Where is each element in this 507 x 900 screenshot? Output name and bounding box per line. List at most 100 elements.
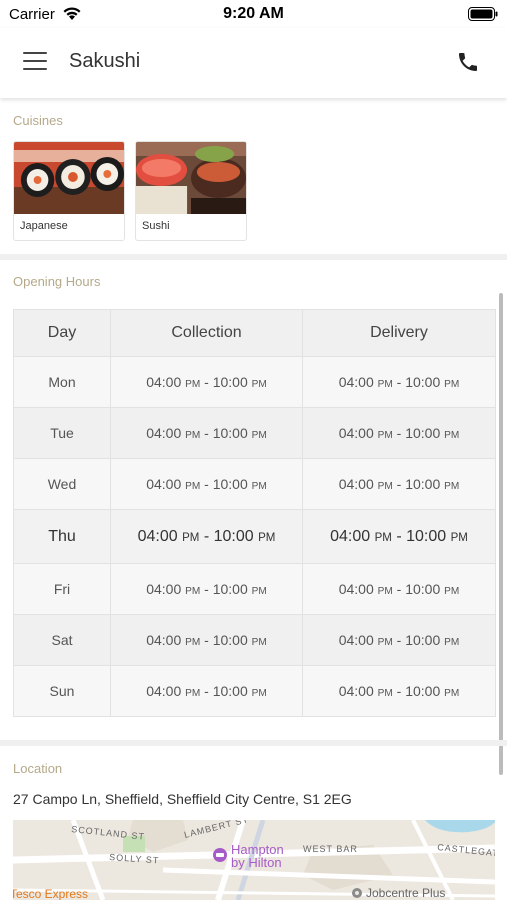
time-value: 10:00	[405, 683, 441, 699]
column-header-collection: Collection	[110, 309, 303, 357]
collection-hours-cell: 04:00 PM - 10:00 PM	[110, 614, 303, 666]
time-value: 04:00	[338, 425, 374, 441]
time-value: 10:00	[405, 425, 441, 441]
time-separator: -	[200, 683, 213, 699]
map-label: WEST BAR	[303, 844, 358, 854]
address-text: 27 Campo Ln, Sheffield, Sheffield City C…	[13, 791, 352, 807]
time-suffix: PM	[377, 481, 393, 492]
time-separator: -	[200, 374, 213, 390]
table-row: Tue 04:00 PM - 10:00 PM 04:00 PM - 10:00 P…	[13, 407, 496, 459]
map-poi-label: Tesco Express	[13, 887, 88, 900]
time-separator: -	[392, 581, 406, 597]
time-suffix: PM	[185, 586, 201, 597]
map-poi-label: Jobcentre Plus	[366, 886, 445, 900]
hamburger-icon[interactable]	[23, 52, 47, 72]
time-suffix: PM	[444, 688, 460, 699]
location-map[interactable]: SCOTLAND ST LAMBERT ST SOLLY ST WEST BAR…	[13, 820, 495, 900]
battery-icon	[468, 7, 498, 21]
time-value: 04:00	[338, 632, 374, 648]
delivery-hours-cell: 04:00 PM - 10:00 PM	[302, 458, 496, 510]
time-separator: -	[392, 476, 406, 492]
delivery-hours-cell: 04:00 PM - 10:00 PM	[302, 356, 496, 408]
delivery-hours-cell: 04:00 PM - 10:00 PM	[302, 509, 496, 564]
collection-hours-cell: 04:00 PM - 10:00 PM	[110, 509, 303, 564]
cuisine-label: Japanese	[20, 220, 68, 232]
collection-hours-cell: 04:00 PM - 10:00 PM	[110, 665, 303, 717]
time-value: 04:00	[146, 476, 182, 492]
time-suffix: PM	[251, 586, 267, 597]
time-separator: -	[200, 581, 213, 597]
time-suffix: PM	[374, 531, 392, 544]
time-value: 04:00	[146, 581, 182, 597]
time-suffix: PM	[377, 379, 393, 390]
time-suffix: PM	[444, 379, 460, 390]
status-bar: Carrier 9:20 AM	[0, 0, 507, 28]
opening-hours-table: Day Collection Delivery Mon 04:00 PM - 10…	[13, 309, 496, 717]
time-separator: -	[392, 683, 406, 699]
delivery-hours-cell: 04:00 PM - 10:00 PM	[302, 665, 496, 717]
day-cell: Thu	[13, 509, 111, 564]
nav-bar: Sakushi	[0, 28, 507, 98]
time-suffix: PM	[444, 481, 460, 492]
table-row: Sat 04:00 PM - 10:00 PM 04:00 PM - 10:00 P…	[13, 614, 496, 666]
phone-icon[interactable]	[456, 50, 480, 74]
column-header-day: Day	[13, 309, 111, 357]
time-suffix: PM	[377, 430, 393, 441]
table-row: Thu 04:00 PM - 10:00 PM 04:00 PM - 10:00 P…	[13, 509, 496, 564]
time-value: 04:00	[338, 476, 374, 492]
time-separator: -	[392, 374, 406, 390]
location-heading: Location	[13, 761, 63, 776]
content-scroll[interactable]: Cuisines Japanese Sushi Opening Hours Da…	[0, 98, 507, 900]
time-suffix: PM	[444, 637, 460, 648]
day-cell: Wed	[13, 458, 111, 510]
time-value: 10:00	[212, 425, 248, 441]
time-suffix: PM	[377, 586, 393, 597]
table-row: Wed 04:00 PM - 10:00 PM 04:00 PM - 10:00 P…	[13, 458, 496, 510]
time-suffix: PM	[251, 637, 267, 648]
time-suffix: PM	[182, 531, 200, 544]
page-title: Sakushi	[69, 50, 141, 72]
time-suffix: PM	[377, 637, 393, 648]
table-row: Fri 04:00 PM - 10:00 PM 04:00 PM - 10:00 P…	[13, 563, 496, 615]
sushi-food-image	[136, 142, 246, 214]
time-value: 10:00	[212, 683, 248, 699]
day-cell: Mon	[13, 356, 111, 408]
time-value: 04:00	[146, 425, 182, 441]
time-suffix: PM	[185, 430, 201, 441]
time-value: 10:00	[405, 581, 441, 597]
collection-hours-cell: 04:00 PM - 10:00 PM	[110, 356, 303, 408]
time-value: 04:00	[137, 527, 178, 545]
time-suffix: PM	[185, 637, 201, 648]
time-suffix: PM	[251, 430, 267, 441]
day-cell: Sun	[13, 665, 111, 717]
cuisine-card-sushi[interactable]: Sushi	[135, 141, 247, 241]
time-value: 04:00	[338, 581, 374, 597]
time-suffix: PM	[258, 531, 276, 544]
column-header-delivery: Delivery	[302, 309, 496, 357]
time-value: 10:00	[405, 476, 441, 492]
time-separator: -	[200, 632, 213, 648]
map-poi-label: by Hilton	[231, 855, 282, 870]
day-cell: Tue	[13, 407, 111, 459]
time-value: 10:00	[212, 374, 248, 390]
time-suffix: PM	[444, 586, 460, 597]
time-value: 10:00	[405, 374, 441, 390]
collection-hours-cell: 04:00 PM - 10:00 PM	[110, 458, 303, 510]
cuisine-card-japanese[interactable]: Japanese	[13, 141, 125, 241]
table-header-row: Day Collection Delivery	[13, 309, 496, 357]
time-suffix: PM	[185, 481, 201, 492]
time-suffix: PM	[251, 481, 267, 492]
day-cell: Sat	[13, 614, 111, 666]
time-value: 10:00	[213, 527, 254, 545]
time-value: 04:00	[146, 632, 182, 648]
time-suffix: PM	[185, 688, 201, 699]
scroll-indicator[interactable]	[499, 293, 503, 775]
cuisine-label: Sushi	[142, 220, 170, 232]
time-value: 10:00	[405, 632, 441, 648]
time-suffix: PM	[251, 688, 267, 699]
collection-hours-cell: 04:00 PM - 10:00 PM	[110, 407, 303, 459]
time-suffix: PM	[377, 688, 393, 699]
time-separator: -	[200, 476, 213, 492]
japanese-food-image	[14, 142, 124, 214]
time-suffix: PM	[450, 531, 468, 544]
